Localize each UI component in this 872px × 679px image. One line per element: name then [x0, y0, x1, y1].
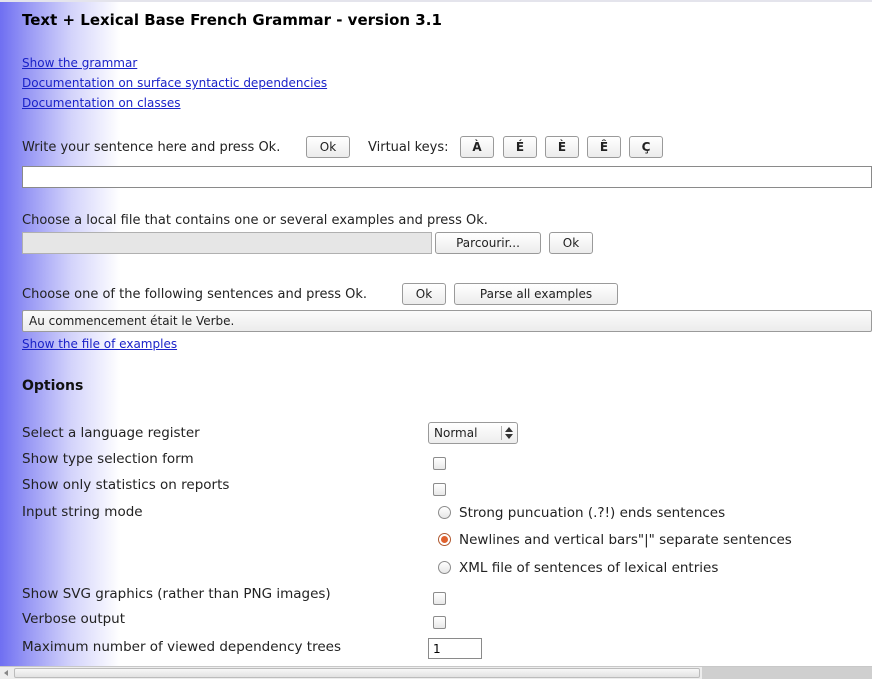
sentence-text-input[interactable]: [22, 166, 872, 188]
examples-label: Choose one of the following sentences an…: [22, 287, 368, 302]
type-selection-checkbox[interactable]: [433, 457, 446, 470]
file-input-label: Choose a local file that contains one or…: [22, 213, 488, 228]
input-mode-label: Input string mode: [22, 504, 143, 520]
file-path-field[interactable]: [22, 232, 432, 254]
page-content: Text + Lexical Base French Grammar - ver…: [0, 0, 872, 679]
verbose-output-checkbox[interactable]: [433, 616, 446, 629]
browse-button[interactable]: Parcourir...: [435, 232, 541, 254]
register-select-value: Normal: [434, 426, 478, 440]
documentation-classes-link[interactable]: Documentation on classes: [22, 96, 181, 110]
statistics-checkbox[interactable]: [433, 483, 446, 496]
input-mode-punctuation-label: Strong puncuation (.?!) ends sentences: [459, 505, 726, 521]
virtual-keys-label: Virtual keys:: [368, 140, 449, 155]
page-title: Text + Lexical Base French Grammar - ver…: [22, 11, 442, 29]
statistics-label: Show only statistics on reports: [22, 477, 230, 493]
verbose-output-label: Verbose output: [22, 611, 126, 627]
options-heading: Options: [22, 378, 84, 394]
input-mode-radio-punctuation[interactable]: [438, 506, 451, 519]
input-mode-radio-newlines[interactable]: [438, 533, 451, 546]
sentence-ok-button[interactable]: Ok: [306, 136, 350, 158]
file-ok-button[interactable]: Ok: [549, 232, 593, 254]
sentence-input-label: Write your sentence here and press Ok.: [22, 140, 281, 155]
virtual-key-a-grave[interactable]: À: [460, 136, 494, 158]
scroll-left-arrow-icon[interactable]: [2, 669, 11, 678]
horizontal-scrollbar[interactable]: [0, 666, 872, 679]
virtual-key-c-cedilla[interactable]: Ç: [629, 136, 663, 158]
virtual-key-e-circumflex[interactable]: Ê: [587, 136, 621, 158]
max-trees-input[interactable]: [428, 638, 482, 659]
example-sentence-value: Au commencement était le Verbe.: [29, 314, 235, 328]
input-mode-radio-xml[interactable]: [438, 561, 451, 574]
virtual-key-e-grave[interactable]: È: [545, 136, 579, 158]
register-select[interactable]: Normal: [428, 422, 518, 444]
scrollbar-track-end: [702, 667, 872, 679]
register-label: Select a language register: [22, 425, 200, 441]
show-file-of-examples-link[interactable]: Show the file of examples: [22, 337, 177, 351]
svg-graphics-checkbox[interactable]: [433, 592, 446, 605]
type-selection-label: Show type selection form: [22, 451, 194, 467]
virtual-key-e-acute[interactable]: É: [503, 136, 537, 158]
documentation-dependencies-link[interactable]: Documentation on surface syntactic depen…: [22, 76, 327, 90]
scrollbar-thumb[interactable]: [14, 668, 700, 678]
max-trees-label: Maximum number of viewed dependency tree…: [22, 639, 341, 655]
input-mode-xml-label: XML file of sentences of lexical entries: [459, 560, 719, 576]
svg-graphics-label: Show SVG graphics (rather than PNG image…: [22, 586, 331, 602]
example-sentence-select[interactable]: Au commencement était le Verbe.: [22, 310, 872, 332]
examples-ok-button[interactable]: Ok: [402, 283, 446, 305]
input-mode-newlines-label: Newlines and vertical bars"|" separate s…: [459, 532, 792, 548]
show-grammar-link[interactable]: Show the grammar: [22, 56, 137, 70]
select-separator: [501, 426, 502, 440]
parse-all-examples-button[interactable]: Parse all examples: [454, 283, 618, 305]
select-spinner-icon: [505, 426, 513, 440]
